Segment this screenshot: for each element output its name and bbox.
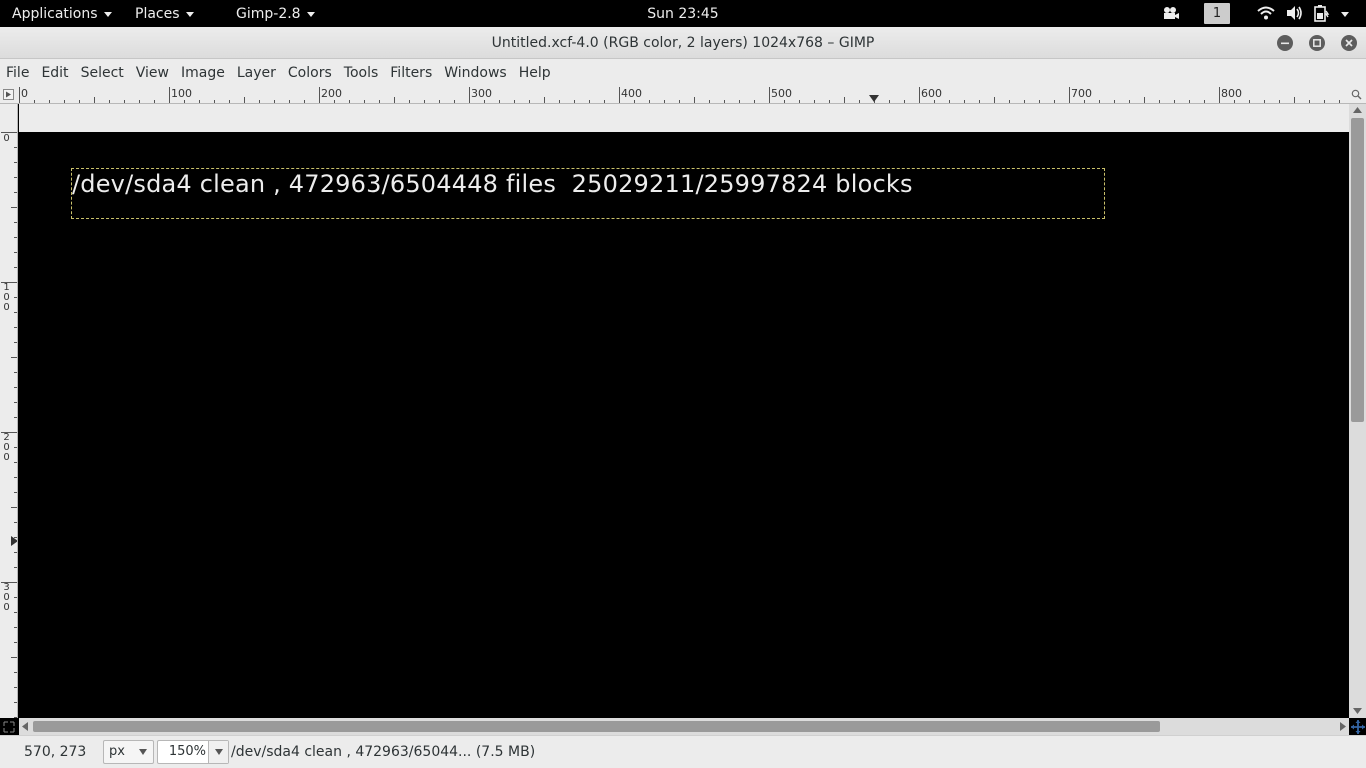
chevron-down-icon (103, 11, 112, 17)
ruler-label-h-500: 500 (771, 87, 792, 100)
ruler-label-h-100: 100 (171, 87, 192, 100)
battery-icon[interactable] (1312, 4, 1330, 22)
ruler-label-h-200: 200 (321, 87, 342, 100)
applications-menu[interactable]: Applications (12, 0, 112, 27)
menu-file[interactable]: File (6, 65, 35, 81)
scroll-down-icon[interactable] (1353, 708, 1362, 714)
ruler-label-h-700: 700 (1071, 87, 1092, 100)
close-icon (1345, 39, 1353, 47)
ruler-label-v-300: 300 (3, 582, 10, 613)
maximize-button[interactable] (1309, 35, 1325, 51)
quick-mask-toggle-icon[interactable] (3, 89, 14, 100)
chevron-down-icon (306, 11, 315, 17)
menu-filters[interactable]: Filters (390, 65, 438, 81)
navigate-icon[interactable] (1351, 720, 1365, 734)
text-layer-bounds[interactable]: /dev/sda4 clean , 472963/6504448 files 2… (71, 168, 1105, 219)
zoom-fit-icon[interactable] (1351, 89, 1362, 100)
scroll-up-icon[interactable] (1353, 107, 1362, 113)
status-message: /dev/sda4 clean , 472963/65044... (7.5 M… (231, 744, 536, 760)
statusbar: 570, 273 px 150% /dev/sda4 clean , 47296… (0, 735, 1366, 768)
horizontal-ruler-ticks (19, 87, 1340, 103)
close-button[interactable] (1341, 35, 1357, 51)
minimize-icon (1281, 42, 1289, 45)
menu-help[interactable]: Help (519, 65, 557, 81)
horizontal-scrollbar[interactable] (19, 718, 1349, 735)
places-label: Places (135, 5, 180, 22)
resize-corner-icon[interactable] (2, 720, 16, 734)
window-title: Untitled.xcf-4.0 (RGB color, 2 layers) 1… (491, 35, 875, 51)
menu-tools[interactable]: Tools (344, 65, 385, 81)
places-menu[interactable]: Places (135, 0, 194, 27)
unit-select[interactable]: px (103, 740, 154, 764)
horizontal-ruler[interactable]: 0 100 200 300 400 500 600 700 800 (0, 86, 1366, 104)
menubar: File Edit Select View Image Layer Colors… (0, 59, 1366, 86)
chevron-down-icon (215, 749, 223, 755)
gnome-top-bar: Applications Places Gimp-2.8 Sun 23:45 1 (0, 0, 1366, 27)
window-titlebar[interactable]: Untitled.xcf-4.0 (RGB color, 2 layers) 1… (0, 27, 1366, 59)
menu-view[interactable]: View (136, 65, 175, 81)
menu-windows[interactable]: Windows (444, 65, 513, 81)
scroll-left-icon[interactable] (22, 722, 28, 731)
app-menu[interactable]: Gimp-2.8 (236, 0, 315, 27)
camera-icon[interactable] (1162, 4, 1180, 22)
zoom-value: 150% (168, 744, 206, 759)
ruler-label-h-0: 0 (21, 87, 28, 100)
horizontal-scroll-thumb[interactable] (33, 721, 1160, 732)
workspace-indicator[interactable]: 1 (1204, 3, 1230, 24)
vertical-scroll-thumb[interactable] (1351, 118, 1364, 422)
applications-label: Applications (12, 5, 98, 22)
chevron-down-icon (139, 749, 147, 755)
vertical-ruler-ticks (1, 132, 17, 718)
minimize-button[interactable] (1277, 35, 1293, 51)
text-layer-content: /dev/sda4 clean , 472963/6504448 files 2… (72, 170, 913, 198)
maximize-icon (1313, 39, 1321, 47)
ruler-label-v-200: 200 (3, 432, 10, 463)
pointer-coordinates: 570, 273 (24, 744, 87, 760)
ruler-label-h-400: 400 (621, 87, 642, 100)
menu-select[interactable]: Select (81, 65, 130, 81)
ruler-label-h-800: 800 (1221, 87, 1242, 100)
ruler-label-v-0: 0 (3, 133, 10, 144)
menu-layer[interactable]: Layer (237, 65, 282, 81)
unit-select-value: px (109, 744, 125, 759)
menu-colors[interactable]: Colors (288, 65, 338, 81)
volume-icon[interactable] (1285, 4, 1303, 22)
vertical-scrollbar[interactable] (1349, 104, 1366, 718)
app-menu-label: Gimp-2.8 (236, 5, 301, 22)
pointer-position-marker-v-icon (11, 536, 17, 546)
menu-image[interactable]: Image (181, 65, 231, 81)
image-canvas[interactable]: /dev/sda4 clean , 472963/6504448 files 2… (19, 132, 1349, 718)
menu-edit[interactable]: Edit (41, 65, 74, 81)
system-menu-chevron-icon[interactable] (1341, 12, 1349, 17)
ruler-label-v-100: 100 (3, 282, 10, 313)
wifi-icon[interactable] (1257, 4, 1275, 22)
canvas-viewport[interactable]: /dev/sda4 clean , 472963/6504448 files 2… (19, 104, 1349, 718)
scroll-right-icon[interactable] (1340, 722, 1346, 731)
chevron-down-icon (185, 11, 194, 17)
ruler-label-h-300: 300 (471, 87, 492, 100)
ruler-label-h-600: 600 (921, 87, 942, 100)
pointer-position-marker-icon (869, 95, 879, 102)
vertical-ruler[interactable]: 0 100 200 300 (0, 104, 18, 718)
clock-label[interactable]: Sun 23:45 (647, 1, 718, 27)
zoom-combo[interactable]: 150% (157, 740, 229, 764)
zoom-dropdown-button[interactable] (208, 741, 228, 763)
